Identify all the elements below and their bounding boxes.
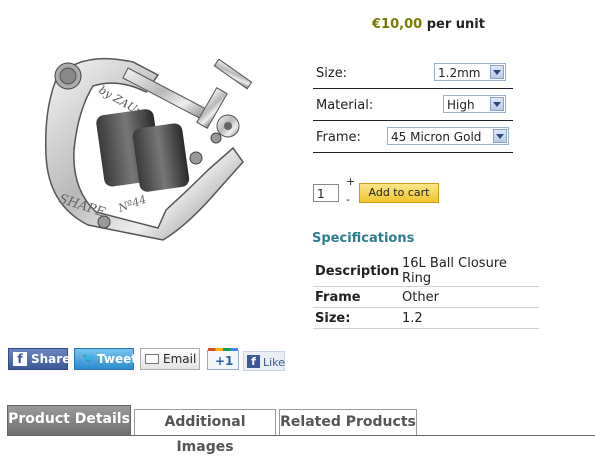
spec-key: Size: [313, 307, 400, 329]
google-plus-one-button[interactable]: +1 [207, 348, 239, 370]
twitter-tweet-button[interactable]: 🐦 Tweet [74, 348, 137, 370]
spec-value: 16L Ball Closure Ring [400, 256, 539, 287]
facebook-share-button[interactable]: f Share [8, 348, 71, 370]
frame-select-value: 45 Micron Gold [391, 130, 482, 144]
spec-key: Description [313, 256, 400, 287]
option-label-frame: Frame: [316, 130, 361, 145]
price: €10,00 per unit [372, 17, 485, 32]
option-row-material: Material: High [313, 89, 513, 121]
spec-row: Description 16L Ball Closure Ring [313, 256, 539, 287]
frame-select[interactable]: 45 Micron Gold [387, 127, 509, 145]
quantity-increase-button[interactable]: + [346, 175, 355, 188]
spec-row: Size: 1.2 [313, 307, 539, 329]
price-unit: per unit [426, 17, 485, 32]
quantity-input[interactable]: 1 [313, 184, 339, 202]
facebook-share-label: Share [31, 352, 71, 366]
size-select-value: 1.2mm [438, 66, 481, 80]
google-plus-label: +1 [215, 354, 234, 368]
svg-text:Nº44: Nº44 [116, 193, 148, 215]
size-select[interactable]: 1.2mm [434, 63, 506, 81]
tab-related-products[interactable]: Related Products [279, 409, 417, 436]
product-image: SHAPE Nº44 by ZAUro [38, 40, 278, 245]
facebook-icon: f [247, 355, 260, 368]
price-amount: €10,00 [372, 17, 423, 32]
tab-divider [7, 435, 595, 436]
material-select[interactable]: High [443, 95, 506, 113]
tab-additional-images[interactable]: Additional Images [134, 409, 276, 455]
option-label-size: Size: [316, 66, 348, 81]
quantity-decrease-button[interactable]: - [346, 193, 350, 206]
specifications-table: Description 16L Ball Closure Ring Frame … [313, 256, 539, 329]
option-label-material: Material: [316, 98, 374, 113]
option-row-frame: Frame: 45 Micron Gold [313, 121, 513, 153]
facebook-like-label: Like [263, 356, 285, 369]
spec-value: Other [400, 286, 539, 308]
add-to-cart-button[interactable]: Add to cart [359, 183, 439, 203]
spec-row: Frame Other [313, 286, 539, 308]
material-select-value: High [447, 98, 475, 112]
facebook-like-button[interactable]: f Like [243, 351, 285, 371]
tab-product-details[interactable]: Product Details [7, 405, 131, 436]
twitter-tweet-label: Tweet [97, 352, 137, 366]
envelope-icon [145, 354, 159, 364]
spec-key: Frame [313, 286, 400, 308]
chevron-down-icon[interactable] [490, 97, 504, 111]
facebook-icon: f [13, 352, 27, 366]
option-row-size: Size: 1.2mm [313, 57, 513, 89]
email-share-button[interactable]: Email [140, 348, 200, 370]
twitter-icon: 🐦 [81, 352, 95, 365]
chevron-down-icon[interactable] [490, 65, 504, 79]
spec-value: 1.2 [400, 307, 539, 329]
chevron-down-icon[interactable] [493, 129, 507, 143]
specifications-title: Specifications [312, 231, 415, 246]
email-share-label: Email [163, 352, 197, 366]
